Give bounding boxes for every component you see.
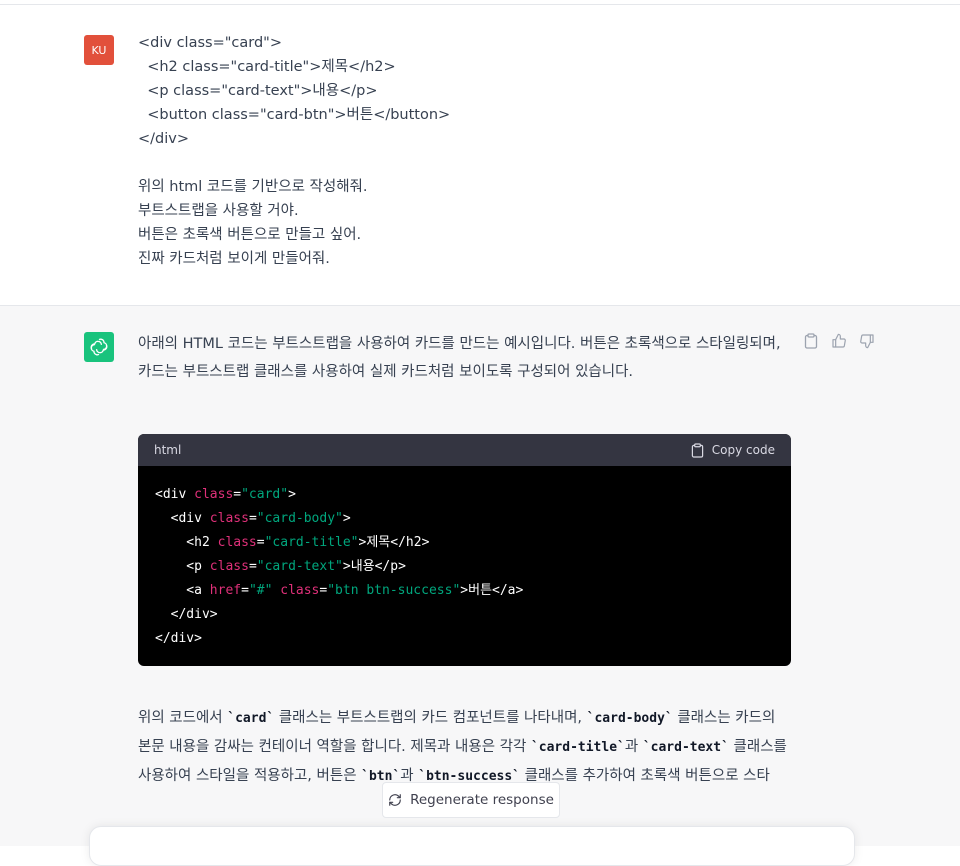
chat-input[interactable] <box>89 826 855 866</box>
code-line: <h2 class="card-title">제목</h2> <box>155 531 774 555</box>
inline-code: `card` <box>227 711 275 726</box>
code-block: html Copy code <div class="card"> <div c… <box>138 434 791 666</box>
code-token: "#" <box>248 583 273 598</box>
inline-code: `card-body` <box>586 711 673 726</box>
outro-text-segment: 과 <box>624 739 643 755</box>
regenerate-response-button[interactable]: Regenerate response <box>382 782 560 818</box>
outro-text-segment: 클래스는 부트스트랩의 카드 컴포넌트를 나타내며, <box>274 710 587 726</box>
user-message-text: <div class="card"> <h2 class="card-title… <box>138 31 788 271</box>
code-token: > <box>288 487 296 502</box>
assistant-intro-text: 아래의 HTML 코드는 부트스트랩을 사용하여 카드를 만드는 예시입니다. … <box>138 336 781 380</box>
user-avatar: KU <box>84 35 114 65</box>
inline-code: `card-text` <box>642 740 729 755</box>
code-token: class <box>209 559 249 574</box>
message-actions <box>802 332 876 350</box>
user-message-line: 부트스트랩을 사용할 거야. <box>138 203 299 219</box>
code-token: > <box>342 559 351 574</box>
code-token: > <box>460 583 469 598</box>
user-message-line: <h2 class="card-title">제목</h2> <box>138 59 396 75</box>
code-token: </div> <box>155 607 218 622</box>
code-content: <div class="card"> <div class="card-body… <box>138 466 791 666</box>
code-token: </a> <box>492 583 524 598</box>
refresh-icon <box>389 794 401 806</box>
code-line: <p class="card-text">내용</p> <box>155 555 774 579</box>
user-message-line: <button class="card-btn">버튼</button> <box>138 107 451 123</box>
code-token: "card-body" <box>256 511 343 526</box>
code-token: = <box>248 511 257 526</box>
code-line: <div class="card-body"> <box>155 507 774 531</box>
clipboard-icon[interactable] <box>802 332 820 350</box>
code-token: 제목 <box>366 535 391 550</box>
code-token: </h2> <box>390 535 430 550</box>
user-message-line: 진짜 카드처럼 보이게 만들어줘. <box>138 251 330 267</box>
code-token: "card" <box>241 487 289 502</box>
code-token: </div> <box>155 631 202 646</box>
assistant-message: 아래의 HTML 코드는 부트스트랩을 사용하여 카드를 만드는 예시입니다. … <box>0 306 960 866</box>
regenerate-label: Regenerate response <box>410 792 554 808</box>
code-token: = <box>233 487 242 502</box>
openai-logo-icon <box>84 332 114 362</box>
user-message-line: 위의 html 코드를 기반으로 작성해줘. <box>138 179 368 195</box>
thumbs-down-icon[interactable] <box>858 332 876 350</box>
code-token: class <box>209 511 249 526</box>
code-token: 버튼 <box>468 583 493 598</box>
code-token: "btn btn-success" <box>327 583 461 598</box>
copy-code-label: Copy code <box>711 443 775 457</box>
code-line: </div> <box>155 603 774 627</box>
code-token: = <box>241 583 249 598</box>
user-message-line: 버튼은 초록색 버튼으로 만들고 싶어. <box>138 227 362 243</box>
code-line: </div> <box>155 627 774 651</box>
assistant-outro-text: 위의 코드에서 `card` 클래스는 부트스트랩의 카드 컴포넌트를 나타내며… <box>138 704 790 791</box>
thumbs-up-icon[interactable] <box>830 332 848 350</box>
user-message-line: </div> <box>138 131 189 147</box>
code-token: class <box>194 487 234 502</box>
code-token: <h2 <box>155 535 218 550</box>
code-token: "card-title" <box>264 535 359 550</box>
user-message: KU <div class="card"> <h2 class="card-ti… <box>0 5 960 306</box>
code-token: > <box>342 511 351 526</box>
code-token: = <box>256 535 265 550</box>
outro-text-segment: 위의 코드에서 <box>138 710 228 726</box>
code-header: html Copy code <box>138 434 791 466</box>
code-token: class <box>217 535 257 550</box>
code-language-label: html <box>154 443 182 457</box>
code-token: </p> <box>374 559 406 574</box>
code-token: href <box>209 583 242 598</box>
inline-code: `card-title` <box>530 740 625 755</box>
code-token: class <box>280 583 320 598</box>
code-token: 내용 <box>350 559 375 574</box>
clipboard-icon <box>691 442 704 458</box>
code-token: <a <box>155 583 210 598</box>
code-line: <a href="#" class="btn btn-success">버튼</… <box>155 579 774 603</box>
user-message-line: <p class="card-text">내용</p> <box>138 83 378 99</box>
user-message-line: <div class="card"> <box>138 35 282 51</box>
code-token: <div <box>155 487 195 502</box>
code-token: "card-text" <box>256 559 343 574</box>
code-token: <p <box>155 559 210 574</box>
code-line: <div class="card"> <box>155 483 774 507</box>
copy-code-button[interactable]: Copy code <box>691 442 775 458</box>
code-token: = <box>248 559 257 574</box>
user-message-line <box>138 151 788 175</box>
code-token: <div <box>155 511 210 526</box>
